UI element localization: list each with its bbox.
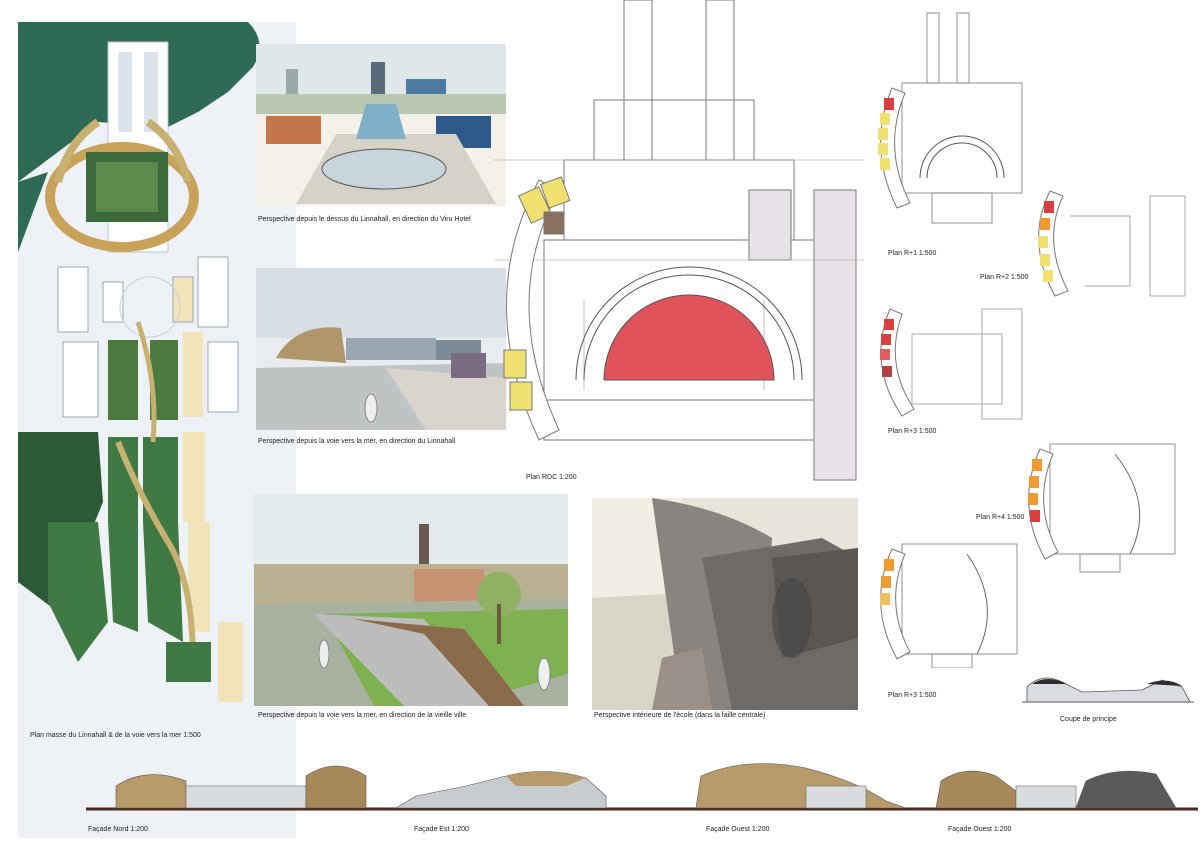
facade-nord-caption: Façade Nord 1:200	[88, 826, 148, 833]
facade-ouest-1-caption: Façade Ouest 1:200	[706, 826, 770, 833]
plan-r3a-drawing	[872, 304, 1028, 424]
plan-r4-drawing	[1020, 434, 1196, 574]
coupe-drawing	[1022, 672, 1194, 704]
perspective-1-image	[256, 44, 506, 206]
plan-r4-caption: Plan R+4 1:500	[976, 514, 1025, 521]
plan-r1-caption: Plan R+1 1:500	[888, 250, 937, 257]
perspective-4-image	[592, 498, 858, 710]
perspective-3-caption: Perspective depuis la voie vers la mer, …	[258, 712, 467, 719]
perspective-4-caption: Perspective intérieure de l'école (dans …	[594, 712, 766, 719]
plan-r3a-caption: Plan R+3 1:500	[888, 428, 937, 435]
plan-r3b-drawing	[872, 534, 1028, 668]
coupe-caption: Coupe de principe	[1060, 716, 1117, 723]
facade-ouest-2-caption: Façade Ouest 1:200	[948, 826, 1012, 833]
plan-r3b-caption: Plan R+3 1:500	[888, 692, 937, 699]
perspective-2-image	[256, 268, 506, 430]
facade-est-caption: Façade Est 1:200	[414, 826, 469, 833]
plan-rdc-caption: Plan RDC 1:200	[526, 474, 577, 481]
plan-rdc-drawing	[484, 0, 866, 486]
plan-r2-drawing	[1030, 186, 1194, 302]
perspective-1-caption: Perspective depuis le dessus du Linnahal…	[258, 216, 471, 223]
master-plan	[18, 22, 296, 838]
perspective-2-caption: Perspective depuis la voie vers la mer, …	[258, 438, 456, 445]
plan-masse-caption: Plan masse du Linnahall & de la voie ver…	[30, 732, 201, 739]
plan-r1-drawing	[872, 8, 1026, 230]
facades-strip	[86, 756, 1198, 814]
plan-r2-caption: Plan R+2 1:500	[980, 274, 1029, 281]
perspective-3-image	[254, 494, 568, 706]
